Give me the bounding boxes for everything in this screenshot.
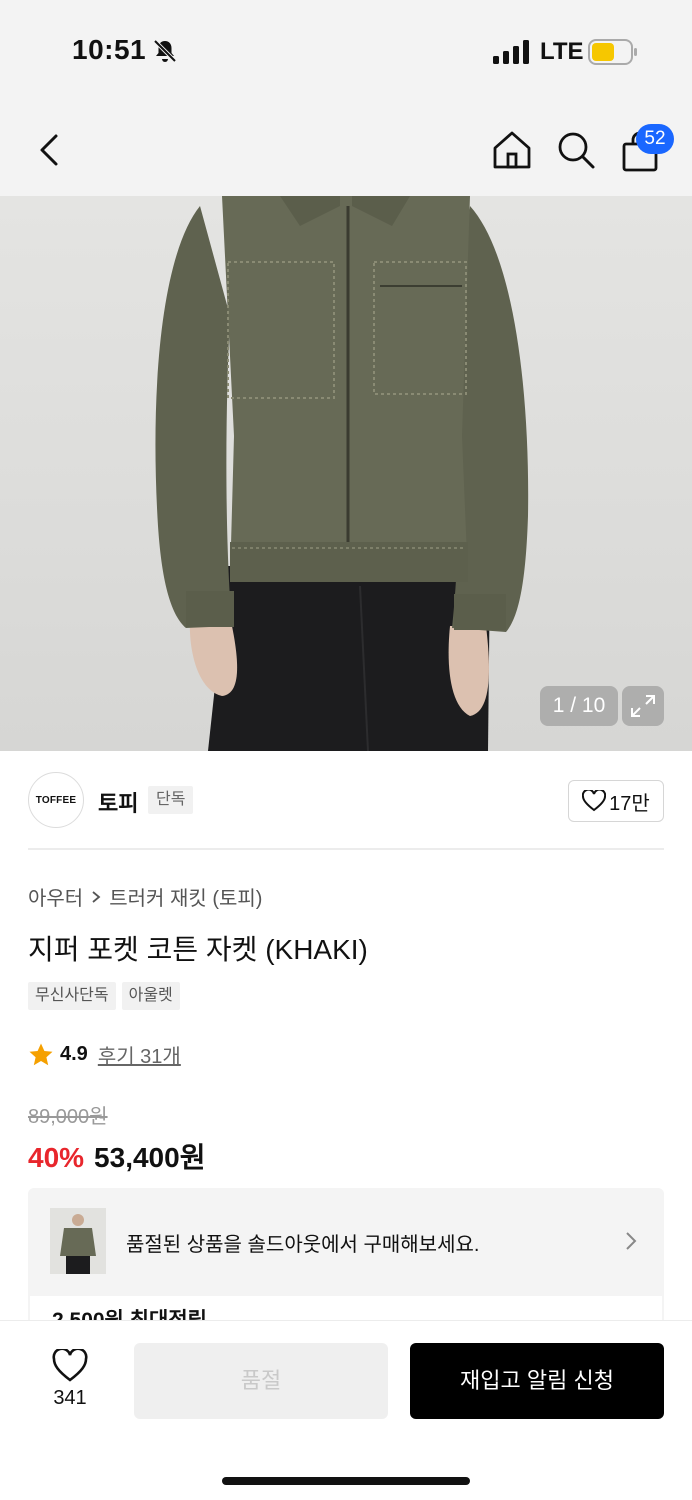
product-title: 지퍼 포켓 코튼 자켓 (KHAKI) — [28, 934, 368, 965]
star-icon — [29, 1043, 53, 1065]
soldout-banner-text: 품절된 상품을 솔드아웃에서 구매해보세요. — [126, 1234, 480, 1256]
bottom-action-bar: 341 품절 재입고 알림 신청 — [0, 1320, 692, 1500]
rating-score: 4.9 — [60, 1043, 88, 1065]
original-price: 89,000원 — [28, 1106, 108, 1128]
soldout-thumbnail — [50, 1208, 106, 1274]
wishlist-count: 341 — [53, 1387, 87, 1409]
network-type: LTE — [540, 38, 584, 65]
product-tags: 무신사단독 아울렛 — [28, 982, 180, 1010]
sale-price: 53,400원 — [94, 1142, 206, 1173]
discount-rate: 40% — [28, 1142, 85, 1173]
bell-off-icon — [153, 39, 177, 63]
image-counter: 1 / 10 — [540, 686, 618, 726]
product-tag: 아울렛 — [121, 982, 180, 1010]
soldout-button[interactable]: 품절 — [134, 1343, 388, 1419]
brand-name[interactable]: 토피 — [98, 786, 138, 818]
breadcrumb-category[interactable]: 아우터 — [28, 882, 83, 911]
heart-icon — [582, 790, 607, 812]
rating-row: 4.9 후기 31개 — [28, 1040, 181, 1069]
brand-like-count: 17만 — [609, 792, 650, 815]
battery-icon — [588, 39, 637, 65]
product-tag: 무신사단독 — [28, 982, 116, 1010]
chevron-right-icon — [92, 890, 101, 903]
brand-like-button[interactable]: 17만 — [568, 780, 664, 822]
brand-logo[interactable]: TOFFEE — [28, 772, 84, 828]
nav-bar — [0, 100, 692, 196]
chevron-right-icon — [626, 1232, 637, 1250]
soldout-banner[interactable]: 품절된 상품을 솔드아웃에서 구매해보세요. — [28, 1188, 664, 1296]
home-indicator — [222, 1477, 470, 1485]
signal-icon — [493, 40, 529, 64]
brand-row: TOFFEE 토피 단독 17만 — [28, 770, 664, 850]
status-bar: 10:51 LTE — [0, 0, 692, 100]
breadcrumb: 아우터 트러커 재킷 (토피) — [28, 882, 262, 911]
product-image — [155, 196, 529, 751]
wishlist-button[interactable]: 341 — [30, 1343, 110, 1423]
home-button[interactable] — [490, 128, 534, 172]
price-row: 40% 53,400원 — [28, 1136, 205, 1176]
product-image-gallery[interactable]: 1 / 10 — [0, 196, 692, 751]
heart-icon — [52, 1349, 88, 1382]
expand-button[interactable] — [622, 686, 664, 726]
cart-count-badge: 52 — [636, 124, 674, 154]
review-link[interactable]: 후기 31개 — [98, 1040, 181, 1069]
breadcrumb-subcategory[interactable]: 트러커 재킷 (토피) — [109, 882, 262, 911]
brand-exclusive-tag: 단독 — [148, 786, 194, 814]
status-time: 10:51 — [72, 34, 147, 65]
back-button[interactable] — [30, 128, 70, 172]
restock-alert-button[interactable]: 재입고 알림 신청 — [410, 1343, 664, 1419]
search-button[interactable] — [554, 128, 598, 172]
